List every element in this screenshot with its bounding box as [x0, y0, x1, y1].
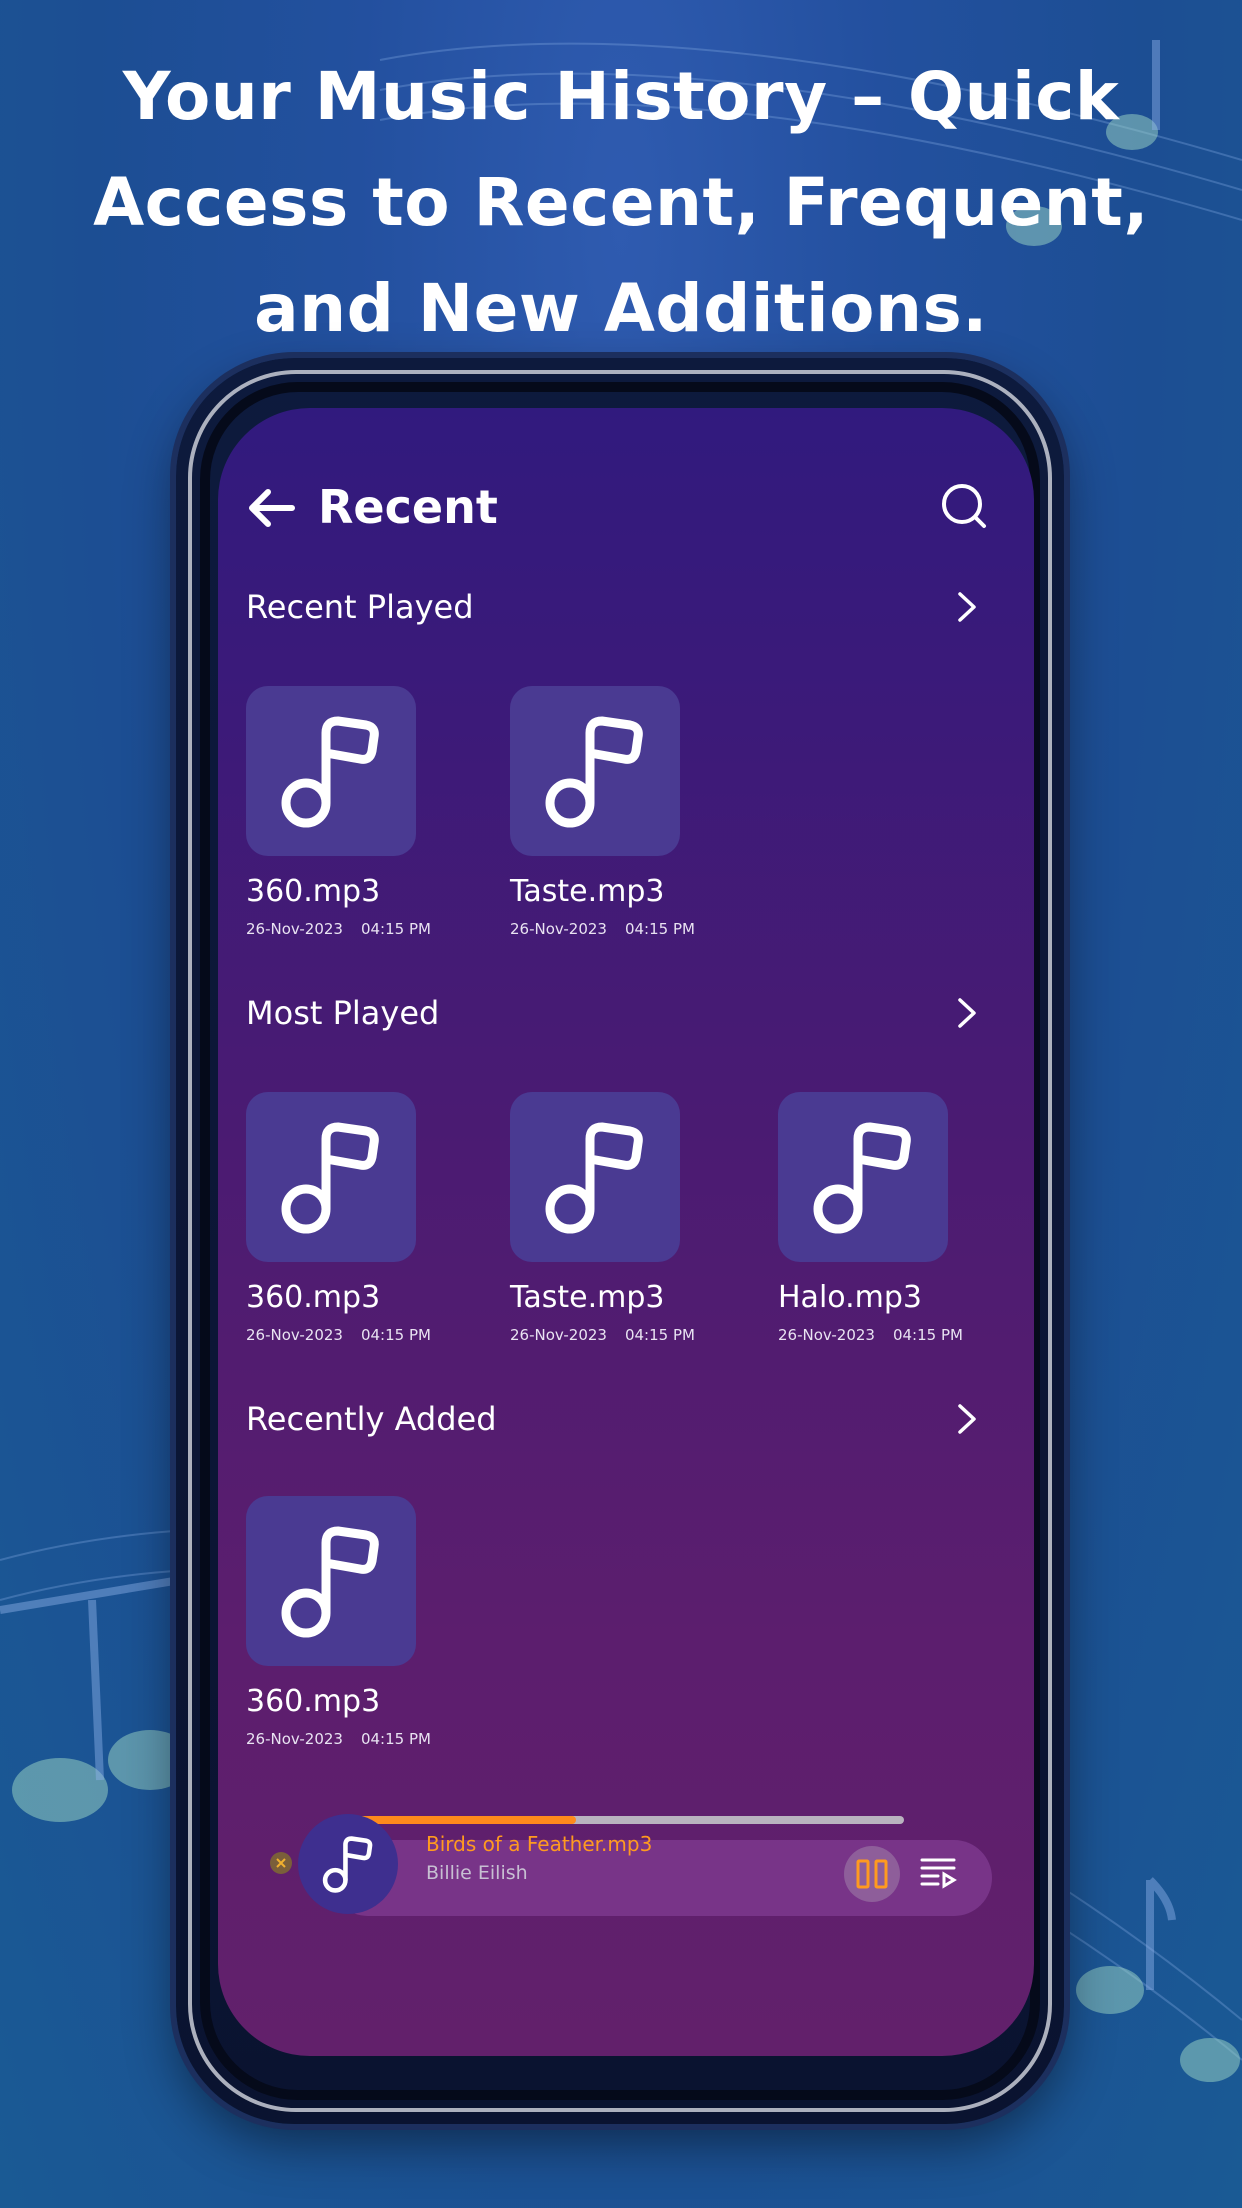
headline-line-1: Your Music History – Quick	[122, 58, 1120, 135]
top-bar: Recent	[246, 468, 1006, 548]
track-name: 360.mp3	[246, 874, 381, 909]
track-cover	[510, 686, 680, 856]
track-card[interactable]: Taste.mp3 26-Nov-2023 04:15 PM	[510, 686, 770, 940]
phone-screen: Recent Recent Played 360.mp3 26-Nov-2023…	[218, 408, 1034, 2056]
section-header-recently-added[interactable]: Recently Added	[246, 1394, 1006, 1444]
pause-icon	[856, 1859, 888, 1889]
section-header-most-played[interactable]: Most Played	[246, 988, 1006, 1038]
music-note-icon	[281, 1122, 379, 1234]
track-meta: 26-Nov-2023 04:15 PM	[510, 918, 770, 940]
section-title: Recently Added	[246, 1400, 497, 1438]
playback-progress-bar[interactable]	[348, 1816, 904, 1824]
track-cover	[246, 1092, 416, 1262]
track-cover	[246, 686, 416, 856]
section-title: Recent Played	[246, 588, 474, 626]
music-note-icon	[281, 1526, 379, 1638]
section-header-recent-played[interactable]: Recent Played	[246, 582, 1006, 632]
track-time: 04:15 PM	[360, 1730, 431, 1748]
music-note-icon	[322, 1836, 373, 1893]
close-icon	[276, 1858, 286, 1868]
track-meta: 26-Nov-2023 04:15 PM	[246, 918, 506, 940]
arrow-left-icon[interactable]	[246, 486, 296, 530]
track-date: 26-Nov-2023	[510, 1326, 607, 1344]
track-name: Taste.mp3	[510, 874, 665, 909]
track-name: 360.mp3	[246, 1280, 381, 1315]
section-title: Most Played	[246, 994, 440, 1032]
page-title: Recent	[318, 480, 498, 534]
track-date: 26-Nov-2023	[778, 1326, 875, 1344]
track-time: 04:15 PM	[892, 1326, 963, 1344]
track-card[interactable]: 360.mp3 26-Nov-2023 04:15 PM	[246, 1496, 506, 1750]
track-card[interactable]: Halo.mp3 26-Nov-2023 04:15 PM	[778, 1092, 1034, 1346]
track-cover	[778, 1092, 948, 1262]
track-date: 26-Nov-2023	[246, 1730, 343, 1748]
pause-button[interactable]	[844, 1846, 900, 1902]
now-playing-artist: Billie Eilish	[426, 1862, 528, 1884]
track-name: Halo.mp3	[778, 1280, 922, 1315]
track-card[interactable]: Taste.mp3 26-Nov-2023 04:15 PM	[510, 1092, 770, 1346]
track-meta: 26-Nov-2023 04:15 PM	[778, 1324, 1034, 1346]
track-meta: 26-Nov-2023 04:15 PM	[246, 1324, 506, 1346]
music-note-icon	[545, 1122, 643, 1234]
track-name: Taste.mp3	[510, 1280, 665, 1315]
marketing-headline: Your Music History – Quick Access to Rec…	[80, 44, 1162, 362]
track-date: 26-Nov-2023	[510, 920, 607, 938]
track-meta: 26-Nov-2023 04:15 PM	[510, 1324, 770, 1346]
playlist-queue-icon[interactable]	[918, 1852, 958, 1892]
chevron-right-icon[interactable]	[956, 996, 978, 1030]
track-cover	[510, 1092, 680, 1262]
playback-progress-fill	[348, 1816, 576, 1824]
search-icon[interactable]	[940, 482, 990, 532]
headline-line-2: Access to Recent, Frequent,	[93, 164, 1149, 241]
track-meta: 26-Nov-2023 04:15 PM	[246, 1728, 506, 1750]
track-time: 04:15 PM	[624, 1326, 695, 1344]
now-playing-title: Birds of a Feather.mp3	[426, 1832, 653, 1856]
mini-player[interactable]: Birds of a Feather.mp3 Billie Eilish	[270, 1808, 1000, 1918]
track-time: 04:15 PM	[360, 920, 431, 938]
track-time: 04:15 PM	[360, 1326, 431, 1344]
track-date: 26-Nov-2023	[246, 1326, 343, 1344]
chevron-right-icon[interactable]	[956, 590, 978, 624]
chevron-right-icon[interactable]	[956, 1402, 978, 1436]
track-cover	[246, 1496, 416, 1666]
music-note-icon	[281, 716, 379, 828]
track-card[interactable]: 360.mp3 26-Nov-2023 04:15 PM	[246, 1092, 506, 1346]
player-cover[interactable]	[298, 1814, 398, 1914]
track-time: 04:15 PM	[624, 920, 695, 938]
track-date: 26-Nov-2023	[246, 920, 343, 938]
close-player-button[interactable]	[270, 1852, 292, 1874]
track-name: 360.mp3	[246, 1684, 381, 1719]
music-note-icon	[813, 1122, 911, 1234]
track-card[interactable]: 360.mp3 26-Nov-2023 04:15 PM	[246, 686, 506, 940]
music-note-icon	[545, 716, 643, 828]
headline-line-3: and New Additions.	[254, 270, 988, 347]
